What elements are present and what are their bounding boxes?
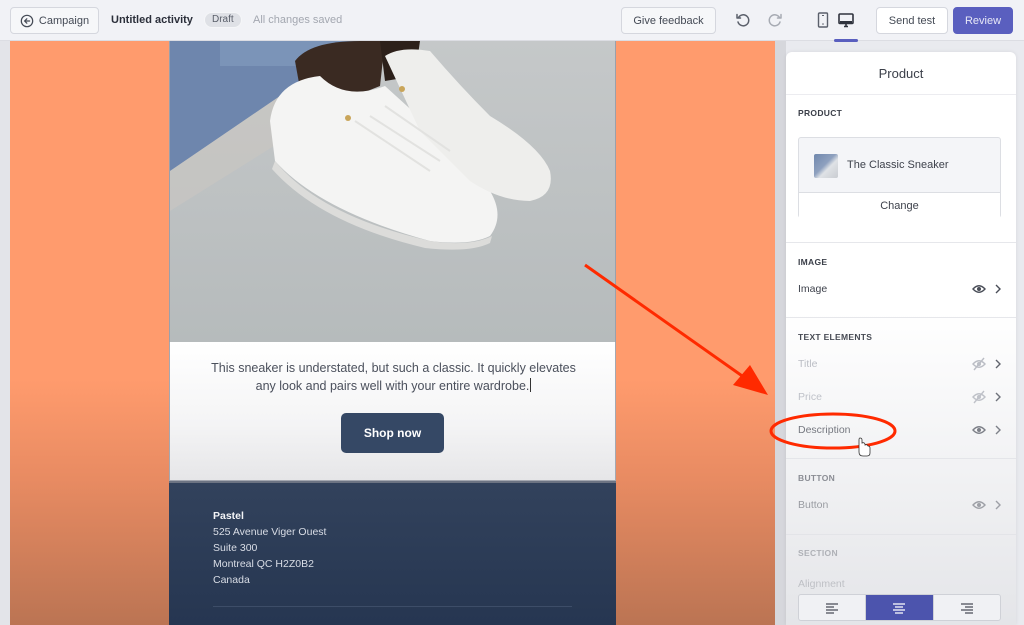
footer-address: Pastel 525 Avenue Viger Ouest Suite 300 … <box>213 508 326 588</box>
back-to-campaign-button[interactable]: Campaign <box>10 7 99 34</box>
product-name: The Classic Sneaker <box>847 159 949 171</box>
product-thumbnail <box>814 154 838 178</box>
mobile-preview-button[interactable] <box>814 11 832 29</box>
sneaker-photo <box>170 41 615 342</box>
mobile-icon <box>817 12 829 28</box>
align-center-button[interactable] <box>865 595 933 620</box>
section-label-section: SECTION <box>798 548 838 558</box>
address-line: Montreal QC H2Z0B2 <box>213 558 314 570</box>
text-row-description[interactable]: Description <box>786 417 1016 443</box>
eye-off-icon[interactable] <box>972 390 986 404</box>
arrow-left-circle-icon <box>20 14 34 27</box>
product-description[interactable]: This sneaker is understated, but such a … <box>200 359 587 395</box>
address-line: Canada <box>213 574 250 586</box>
title-row-label: Title <box>798 358 818 370</box>
chevron-right-icon <box>995 392 1001 402</box>
text-row-title[interactable]: Title <box>786 351 1016 377</box>
button-row-label: Button <box>798 499 829 511</box>
product-text-block: This sneaker is understated, but such a … <box>169 342 616 481</box>
undo-icon <box>736 13 750 27</box>
send-test-button[interactable]: Send test <box>876 7 948 34</box>
eye-icon[interactable] <box>972 498 986 512</box>
product-settings-panel: Product PRODUCT The Classic Sneaker Chan… <box>786 52 1016 625</box>
chevron-right-icon <box>995 359 1001 369</box>
top-bar: Campaign Untitled activity Draft All cha… <box>0 0 1024 42</box>
section-label-image: IMAGE <box>798 257 828 267</box>
eye-icon[interactable] <box>972 282 986 296</box>
section-label-button: BUTTON <box>798 473 836 483</box>
image-row[interactable]: Image <box>786 276 1016 302</box>
activity-title: Untitled activity <box>111 14 193 26</box>
status-badge: Draft <box>204 12 242 28</box>
undo-button[interactable] <box>734 11 752 29</box>
price-row-label: Price <box>798 391 822 403</box>
shop-now-button[interactable]: Shop now <box>341 413 444 453</box>
email-footer: Pastel 525 Avenue Viger Ouest Suite 300 … <box>169 481 616 625</box>
align-left-icon <box>826 602 839 614</box>
description-text[interactable]: This sneaker is understated, but such a … <box>211 361 576 393</box>
eye-off-icon[interactable] <box>972 357 986 371</box>
address-line: 525 Avenue Viger Ouest <box>213 526 327 538</box>
desktop-icon <box>838 13 854 28</box>
email-preview: This sneaker is understated, but such a … <box>169 41 616 625</box>
section-label-product: PRODUCT <box>798 108 843 118</box>
change-product-button[interactable]: Change <box>799 192 1000 218</box>
footer-divider <box>213 606 572 607</box>
product-card: The Classic Sneaker Change <box>798 137 1001 218</box>
align-right-icon <box>960 602 973 614</box>
section-label-text-elements: TEXT ELEMENTS <box>798 332 873 342</box>
text-cursor <box>530 378 532 392</box>
back-label: Campaign <box>38 14 90 27</box>
align-left-button[interactable] <box>799 595 865 620</box>
image-row-label: Image <box>798 283 828 295</box>
panel-title: Product <box>786 52 1016 95</box>
chevron-right-icon <box>995 425 1001 435</box>
product-image[interactable] <box>169 41 616 342</box>
chevron-right-icon <box>995 500 1001 510</box>
description-row-label: Description <box>798 424 851 436</box>
button-section: BUTTON Button <box>786 459 1016 535</box>
text-row-price[interactable]: Price <box>786 384 1016 410</box>
eye-icon[interactable] <box>972 423 986 437</box>
address-line: Suite 300 <box>213 542 258 554</box>
editor-canvas: This sneaker is understated, but such a … <box>0 41 786 625</box>
chevron-right-icon <box>995 284 1001 294</box>
text-elements-section: TEXT ELEMENTS Title Price Description <box>786 318 1016 459</box>
button-row[interactable]: Button <box>786 492 1016 518</box>
desktop-active-indicator <box>834 39 858 42</box>
footer-company: Pastel <box>213 510 244 522</box>
align-center-icon <box>893 602 906 614</box>
alignment-label: Alignment <box>798 578 845 590</box>
image-section: IMAGE Image <box>786 243 1016 318</box>
redo-button[interactable] <box>766 11 784 29</box>
save-status: All changes saved <box>253 14 343 26</box>
alignment-toggle-group <box>798 594 1001 621</box>
redo-icon <box>768 13 782 27</box>
desktop-preview-button[interactable] <box>837 11 855 29</box>
give-feedback-button[interactable]: Give feedback <box>621 7 716 34</box>
review-button[interactable]: Review <box>953 7 1013 34</box>
align-right-button[interactable] <box>932 595 1000 620</box>
